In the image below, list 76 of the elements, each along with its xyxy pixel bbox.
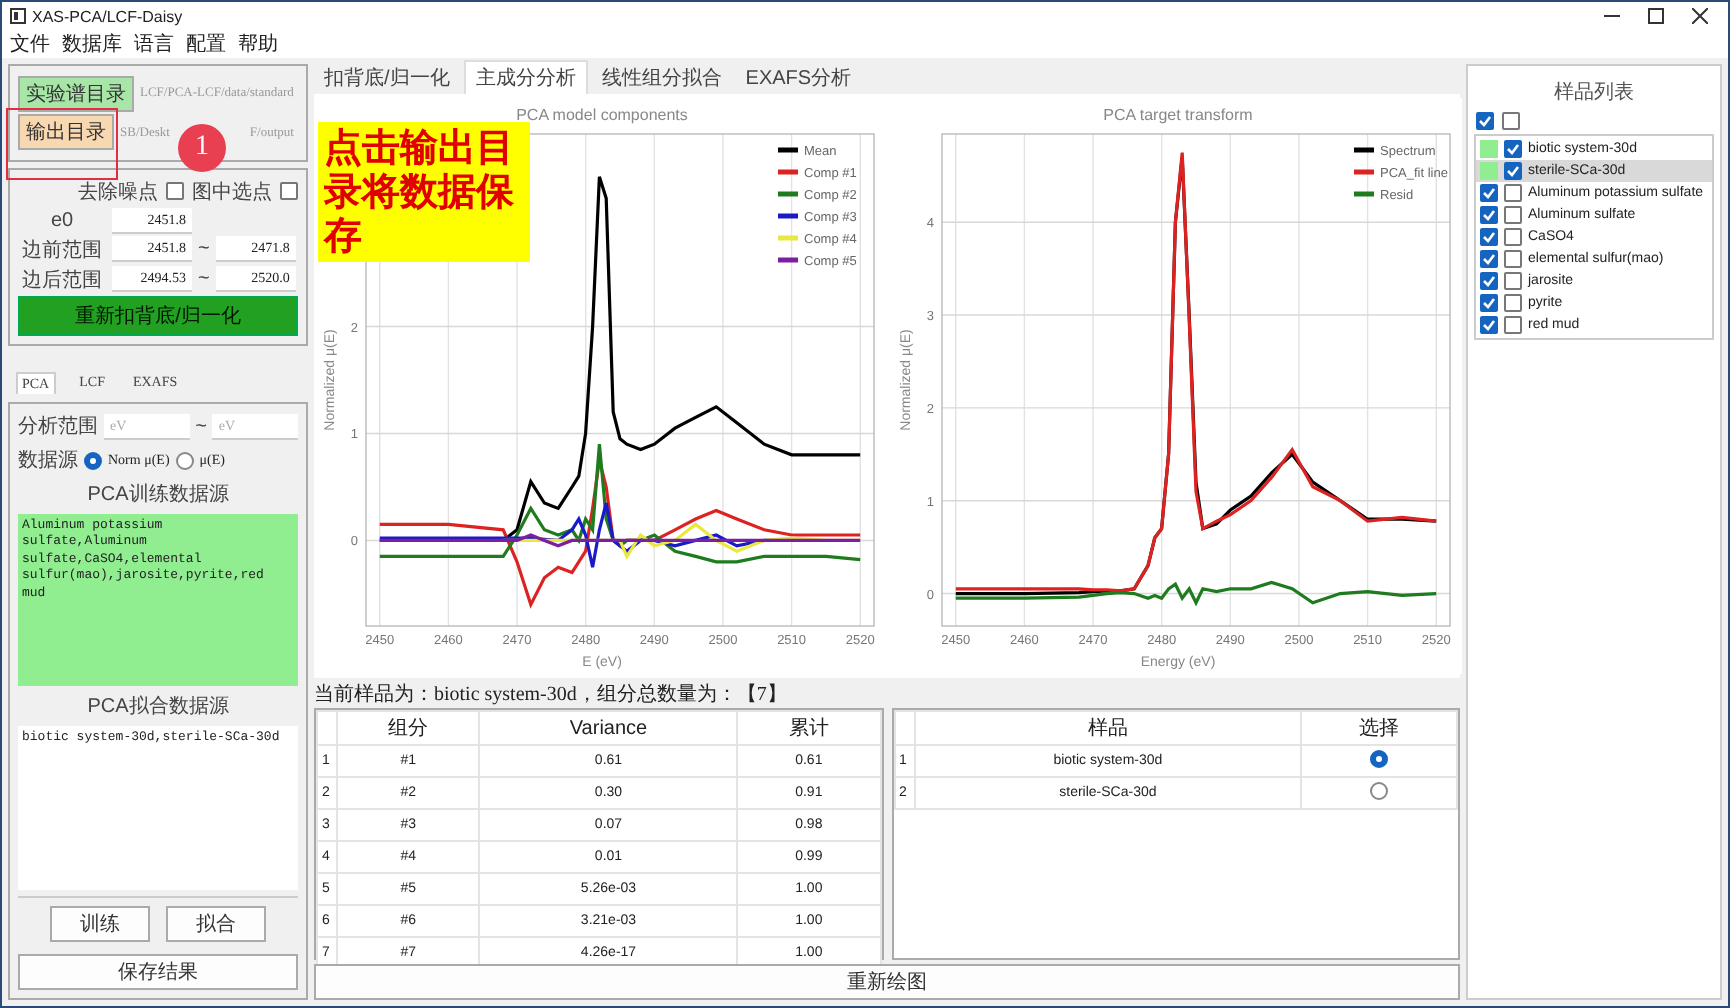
checkbox[interactable] xyxy=(1480,206,1498,224)
range-separator: ~ xyxy=(198,268,210,291)
section-label: PCA训练数据源 xyxy=(85,481,231,508)
close-icon[interactable] xyxy=(1692,8,1708,24)
checkbox[interactable] xyxy=(1504,250,1522,268)
checkbox[interactable] xyxy=(1504,162,1522,180)
tab[interactable]: 主成分分析 xyxy=(463,60,588,94)
checkbox[interactable] xyxy=(166,182,184,201)
checkbox[interactable] xyxy=(1480,272,1498,290)
checkbox[interactable] xyxy=(1504,140,1522,158)
maximize-icon[interactable] xyxy=(1648,8,1664,24)
legend-swatch xyxy=(778,235,798,241)
folder-button[interactable]: 实验谱目录 xyxy=(18,75,134,112)
legend-swatch xyxy=(1354,169,1374,175)
menu-item[interactable]: 配置 xyxy=(186,30,226,58)
tab[interactable]: 线性组分拟合 xyxy=(591,62,732,94)
column-header: Variance xyxy=(479,711,738,745)
field-label: e0 xyxy=(48,209,76,232)
action-button[interactable]: 训练 xyxy=(50,906,150,942)
checkbox-label: 去除噪点 xyxy=(78,179,158,206)
legend-swatch xyxy=(1354,147,1374,153)
normalize-button[interactable]: 重新扣背底/归一化 xyxy=(18,295,298,336)
field-label: 边后范围 xyxy=(20,267,104,294)
status-text: 当前样品为：biotic system-30d，组分总数量为：【7】 xyxy=(314,681,789,708)
checkbox[interactable] xyxy=(1480,184,1498,202)
column-header: 组分 xyxy=(337,711,480,745)
field-label: 边前范围 xyxy=(20,237,104,264)
legend-swatch xyxy=(1354,191,1374,197)
checkbox[interactable] xyxy=(1502,112,1520,130)
chart-title: PCA target transform xyxy=(1103,106,1253,124)
panel-title: 样品列表 xyxy=(1552,79,1636,108)
save-button[interactable]: 保存结果 xyxy=(18,954,298,990)
menu-item[interactable]: 帮助 xyxy=(238,30,278,58)
legend-swatch xyxy=(778,191,798,197)
tab[interactable]: EXAFS分析 xyxy=(735,62,862,94)
checkbox[interactable] xyxy=(1480,228,1498,246)
action-button[interactable]: 拟合 xyxy=(166,906,266,942)
radio-button[interactable] xyxy=(1370,782,1389,800)
checkbox[interactable] xyxy=(1504,316,1522,334)
checkbox[interactable] xyxy=(1480,250,1498,268)
checkbox[interactable] xyxy=(1504,294,1522,312)
tab[interactable]: 扣背底/归一化 xyxy=(314,62,460,94)
menu-item[interactable]: 数据库 xyxy=(62,30,122,58)
menu-item[interactable]: 文件 xyxy=(10,30,50,58)
checkbox[interactable] xyxy=(1480,294,1498,312)
column-header: 样品 xyxy=(914,711,1302,745)
checkbox[interactable] xyxy=(1504,184,1522,202)
range-separator: ~ xyxy=(198,238,210,261)
legend-swatch xyxy=(778,213,798,219)
legend-swatch xyxy=(778,257,798,263)
callout-note: 点击输出目录将数据保存 xyxy=(318,122,530,262)
range-separator: ~ xyxy=(195,415,207,437)
field-label: 数据源 xyxy=(18,448,78,474)
redraw-button[interactable]: 重新绘图 xyxy=(314,964,1460,1000)
highlight-frame xyxy=(6,108,118,180)
window-title: XAS-PCA/LCF-Daisy xyxy=(32,7,185,25)
column-header: 选择 xyxy=(1301,711,1457,745)
column-header: 累计 xyxy=(737,711,880,745)
section-label: PCA拟合数据源 xyxy=(85,693,231,720)
checkbox[interactable] xyxy=(1476,112,1494,130)
menu-item[interactable]: 语言 xyxy=(134,30,174,58)
field-label: 分析范围 xyxy=(18,413,98,440)
checkbox[interactable] xyxy=(1504,272,1522,290)
checkbox[interactable] xyxy=(1480,316,1498,334)
legend-swatch xyxy=(778,169,798,175)
checkbox[interactable] xyxy=(1504,228,1522,246)
radio-button[interactable] xyxy=(1370,750,1389,768)
checkbox-label: 图中选点 xyxy=(192,179,272,206)
app-icon xyxy=(10,8,26,24)
legend-swatch xyxy=(778,147,798,153)
folder-button[interactable]: 输出目录 xyxy=(18,114,114,151)
color-swatch xyxy=(1480,140,1498,158)
checkbox[interactable] xyxy=(280,182,298,201)
chart-title: PCA model components xyxy=(516,106,688,124)
color-swatch xyxy=(1480,162,1498,180)
checkbox[interactable] xyxy=(1504,206,1522,224)
